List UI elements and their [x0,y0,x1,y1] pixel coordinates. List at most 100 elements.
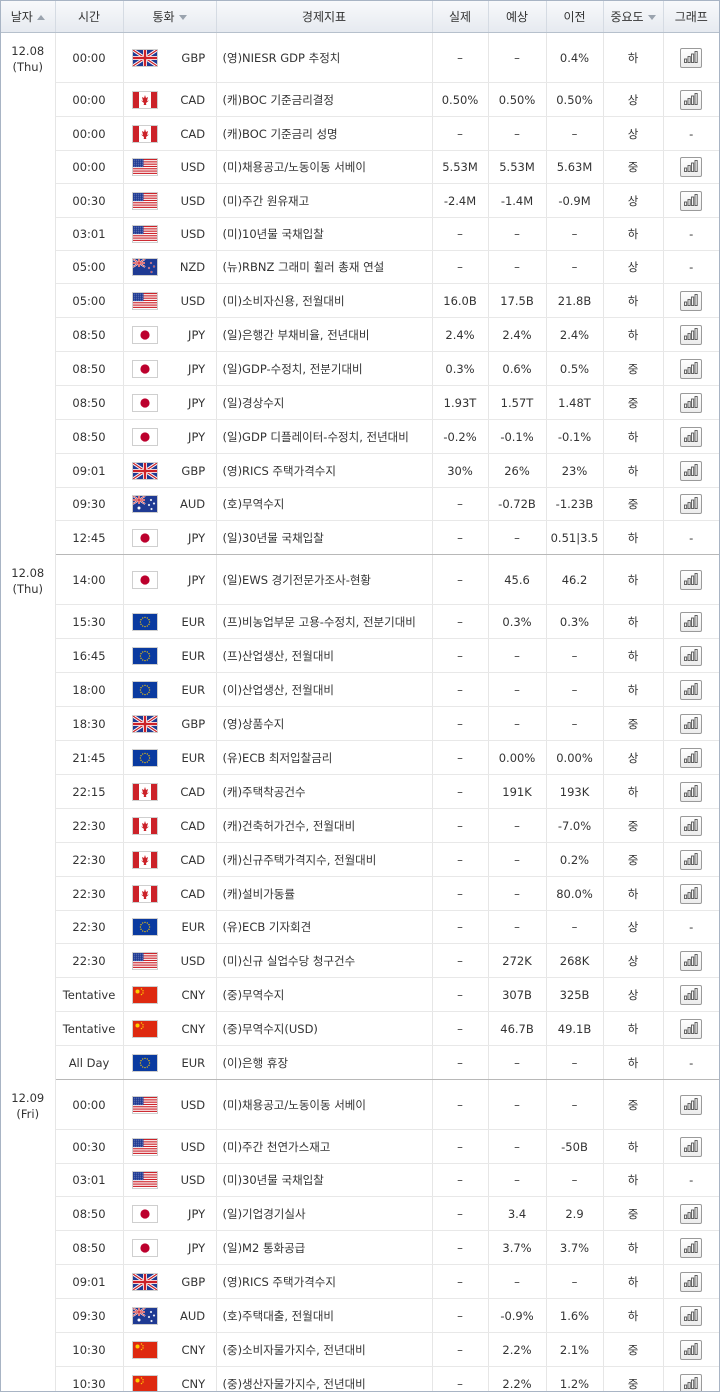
event-row[interactable]: 12.08 (Thu) 14:00 JPY (일)EWS 경기전문가조사-현황 –45… [1,554,719,1080]
event-row[interactable]: 00:00 CAD (캐)BOC 기준금리 성명 – – – 상 - [1,116,719,151]
event-row[interactable]: 22:30 USD (미)신규 실업수당 청구건수 –272K 268K 상 [1,943,719,978]
event-row[interactable]: 18:00 EUR (이)산업생산, 전월대비 – – – 하 [1,672,719,707]
graph-icon[interactable] [680,883,703,904]
graph-icon[interactable] [680,1203,703,1224]
event-row[interactable]: 08:50 JPY (일)GDP 디플레이터-수정치, 전년대비 -0.2% -0.1… [1,419,719,454]
graph-icon[interactable] [680,645,703,666]
graph-icon[interactable] [680,1271,703,1292]
graph-icon[interactable] [680,747,703,768]
event-row[interactable]: 22:30 CAD (캐)설비가동률 – –80.0% 하 [1,876,719,911]
graph-icon[interactable] [680,358,703,379]
au-flag [131,1306,158,1325]
event-row[interactable]: 15:30 EUR (프)비농업부문 고용-수정치, 전분기대비 –0.3% 0.3%… [1,604,719,639]
forecast-cell: -0.72B [488,487,547,521]
event-row[interactable]: 03:01 USD (미)30년물 국채입찰 – – – 하 - [1,1163,719,1197]
graph-icon[interactable] [680,460,703,481]
graph-icon[interactable] [680,679,703,700]
graph-icon[interactable] [680,324,703,345]
forecast-cell: 45.6 [488,554,547,605]
event-row[interactable]: 08:50 JPY (일)은행간 부채비율, 전년대비 2.4% 2.4% 2.4% 하 [1,317,719,352]
currency-cell: EUR [123,1045,217,1080]
importance-cell: 하 [603,1298,664,1333]
event-row[interactable]: 12:45 JPY (일)30년물 국채입찰 – –0.51|3.5 하 - [1,520,719,555]
graph-icon[interactable] [680,89,703,110]
graph-icon[interactable] [680,950,703,971]
event-row[interactable]: 18:30 GBP (영)상품수지 – – – 중 [1,706,719,741]
indicator-cell: (캐)BOC 기준금리 성명 [216,116,433,151]
event-row[interactable]: Tentative CNY (중)무역수지 –307B 325B 상 [1,977,719,1012]
event-row[interactable]: 09:30 AUD (호)주택대출, 전월대비 – -0.9% 1.6% 하 [1,1298,719,1333]
event-row[interactable]: 12.08 (Thu) 00:00 GBP (영)NIESR GDP 추정치 – –0.… [1,32,719,555]
jp-flag [131,427,158,446]
event-row[interactable]: 22:30 CAD (캐)건축허가건수, 전월대비 – – -7.0% 중 [1,808,719,843]
event-row[interactable]: 05:00 USD (미)소비자신용, 전월대비 16.0B 17.5B 21.8B 하 [1,283,719,318]
event-row[interactable]: 00:30 USD (미)주간 천연가스재고 – – -50B 하 [1,1129,719,1164]
event-row[interactable]: 08:50 JPY (일)M2 통화공급 –3.7% 3.7% 하 [1,1230,719,1265]
date-value: 12.08 [11,44,45,58]
event-row[interactable]: 22:30 CAD (캐)신규주택가격지수, 전월대비 – –0.2% 중 [1,842,719,877]
event-row[interactable]: 09:30 AUD (호)무역수지 – -0.72B -1.23B 중 [1,487,719,521]
event-row[interactable]: 09:01 GBP (영)RICS 주택가격수지 – – – 하 [1,1264,719,1299]
graph-icon[interactable] [680,494,703,514]
event-row[interactable]: 08:50 JPY (일)경상수지 1.93T 1.57T 1.48T 중 [1,385,719,420]
event-row[interactable]: 21:45 EUR (유)ECB 최저입찰금리 –0.00% 0.00% 상 [1,740,719,775]
time-cell: 18:30 [55,706,124,741]
importance-cell: 중 [603,150,664,184]
graph-icon[interactable] [680,849,703,870]
actual-cell: – [432,774,489,809]
graph-cell [663,977,719,1012]
col-importance-header[interactable]: 중요도 [603,1,664,33]
graph-icon[interactable] [680,815,703,836]
graph-icon[interactable] [680,1136,703,1157]
event-row[interactable]: 00:30 USD (미)주간 원유재고 -2.4M -1.4M -0.9M 상 [1,183,719,218]
currency-code: NZD [179,260,206,274]
event-row[interactable]: 08:50 JPY (일)GDP-수정치, 전분기대비 0.3% 0.6% 0.5% 중 [1,351,719,386]
graph-icon[interactable] [680,984,703,1005]
graph-icon[interactable] [680,290,703,311]
graph-icon[interactable] [680,1373,703,1391]
actual-cell: – [432,1196,489,1231]
event-row[interactable]: 10:30 CNY (중)소비자물가지수, 전년대비 –2.2% 2.1% 중 [1,1332,719,1367]
graph-icon[interactable] [680,157,703,177]
event-row[interactable]: 22:15 CAD (캐)주택착공건수 –191K 193K 하 [1,774,719,809]
col-date-header[interactable]: 날자 [1,1,56,33]
graph-icon[interactable] [680,713,703,734]
graph-icon[interactable] [680,1237,703,1258]
us-flag [131,1137,158,1156]
col-forecast-label: 예상 [505,10,529,24]
previous-cell: -50B [546,1129,604,1164]
graph-icon[interactable] [680,190,703,211]
event-row[interactable]: 22:30 EUR (유)ECB 기자회견 – – – 상 - [1,910,719,944]
event-row[interactable]: 05:00 NZD (뉴)RBNZ 그래미 휠러 총재 연설 – – – 상 - [1,250,719,284]
forecast-cell: – [488,520,547,555]
graph-icon[interactable] [680,781,703,802]
event-row[interactable]: 03:01 USD (미)10년물 국채입찰 – – – 하 - [1,217,719,251]
event-row[interactable]: 09:01 GBP (영)RICS 주택가격수지 30% 26% 23% 하 [1,453,719,488]
event-row[interactable]: 12.09 (Fri) 00:00 USD (미)채용공고/노동이동 서베이 – – – 중 [1,1079,719,1391]
importance-cell: 중 [603,1366,664,1391]
graph-icon[interactable] [680,569,703,590]
graph-icon[interactable] [680,1018,703,1039]
currency-cell: JPY [123,385,217,420]
graph-icon[interactable] [680,611,703,632]
time-cell: 22:30 [55,808,124,843]
graph-icon[interactable] [680,392,703,413]
event-row[interactable]: 10:30 CNY (중)생산자물가지수, 전년대비 –2.2% 1.2% 중 [1,1366,719,1391]
graph-icon[interactable] [680,1339,703,1360]
actual-cell: – [432,520,489,555]
event-row[interactable]: 16:45 EUR (프)산업생산, 전월대비 – – – 하 [1,638,719,673]
forecast-cell: – [488,116,547,151]
event-row[interactable]: 00:00 USD (미)채용공고/노동이동 서베이 5.53M 5.53M 5.63M… [1,150,719,184]
event-row[interactable]: 08:50 JPY (일)기업경기실사 –3.4 2.9 중 [1,1196,719,1231]
col-time-label: 시간 [77,10,101,24]
col-currency-header[interactable]: 통화 [123,1,217,33]
graph-icon[interactable] [680,1094,703,1115]
currency-code: GBP [181,716,206,731]
event-row[interactable]: All Day EUR (이)은행 휴장 – – – 하 - [1,1045,719,1080]
graph-icon[interactable] [680,1305,703,1326]
event-row[interactable]: 00:00 CAD (캐)BOC 기준금리결정 0.50% 0.50% 0.50% 상 [1,82,719,117]
graph-icon[interactable] [680,47,703,68]
event-row[interactable]: Tentative CNY (중)무역수지(USD) –46.7B 49.1B 하 [1,1011,719,1046]
us-flag [131,158,158,176]
graph-icon[interactable] [680,426,703,447]
